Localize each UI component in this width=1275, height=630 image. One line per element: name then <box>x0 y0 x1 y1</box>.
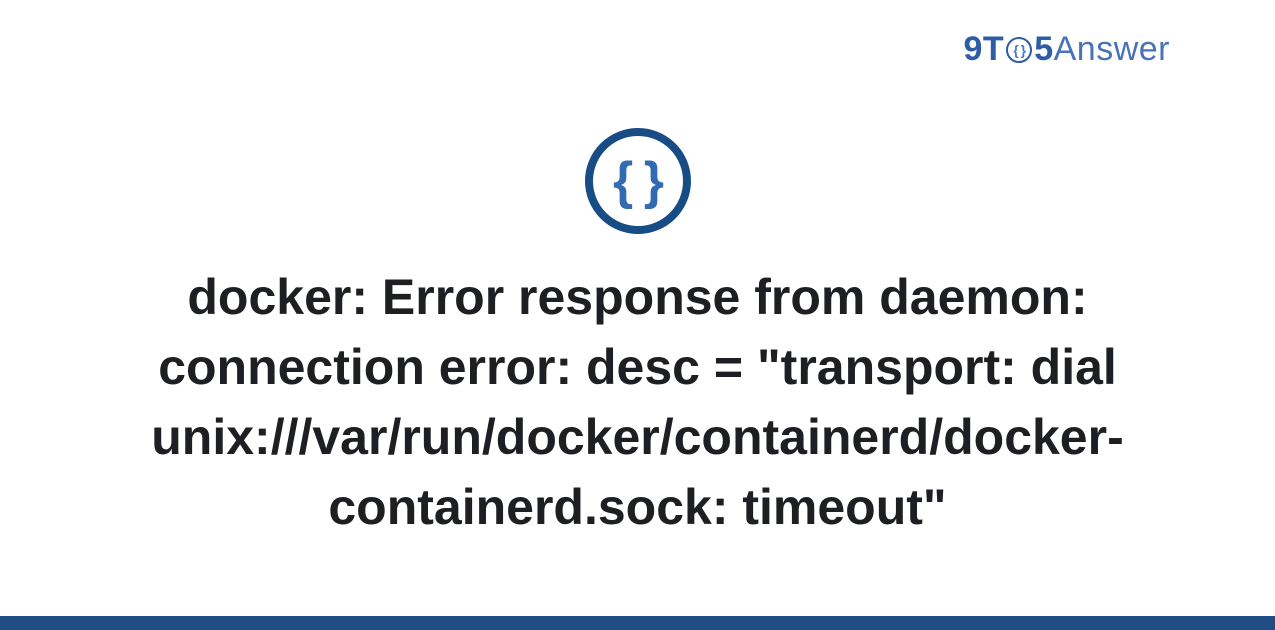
logo-prefix: 9T <box>964 30 1005 69</box>
logo-braces-glyph: { } <box>1013 42 1025 58</box>
logo-middle: 5 <box>1034 30 1053 69</box>
footer-accent-bar <box>0 616 1275 630</box>
site-logo[interactable]: 9T { } 5 Answer <box>964 30 1170 69</box>
main-category-icon-wrapper: { } <box>585 128 691 234</box>
category-circle-icon: { } <box>585 128 691 234</box>
question-title: docker: Error response from daemon: conn… <box>58 262 1218 542</box>
logo-suffix: Answer <box>1054 30 1170 69</box>
braces-icon: { } <box>613 155 662 207</box>
site-header: 9T { } 5 Answer <box>964 30 1170 69</box>
logo-braces-icon: { } <box>1006 37 1032 63</box>
